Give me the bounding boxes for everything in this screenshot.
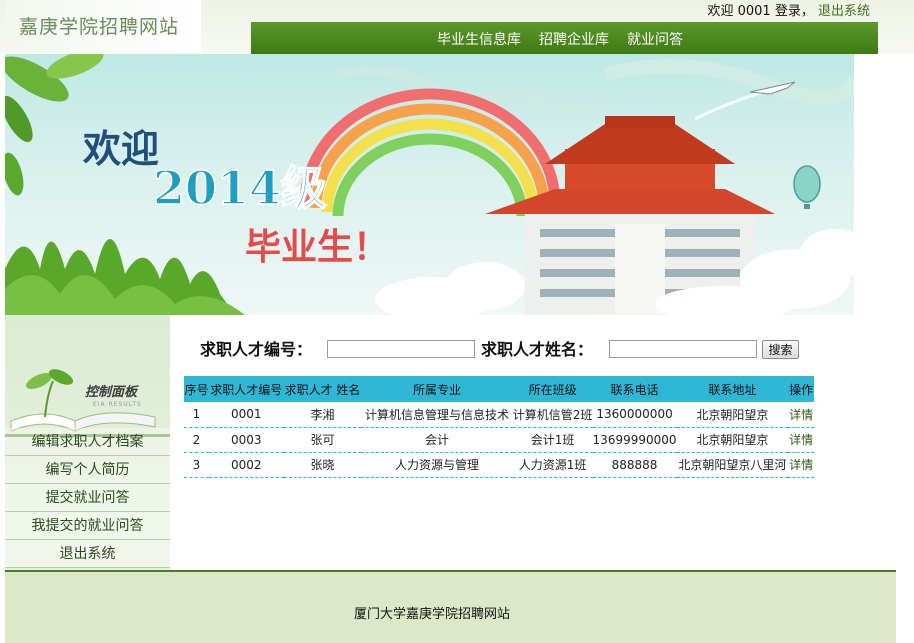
sidebar-menu: 编辑求职人才档案 编写个人简历 提交就业问答 我提交的就业问答 退出系统 [5,428,170,568]
search-bar: 求职人才编号： 求职人才姓名： 搜索 [200,336,820,362]
cell-address: 北京朝阳望京 [676,427,789,453]
cell-talent-name: 张晓 [283,452,362,478]
cell-major: 人力资源与管理 [361,452,513,478]
details-link[interactable]: 详情 [789,408,813,422]
cell-address: 北京朝阳望京八里河 [676,452,789,478]
sidebar: 控制面板 EIA RESULTS 编辑求职人才档案 编写个人简历 提交就业问答 … [5,315,170,571]
table-header-row: 序号 求职人才编号 求职人才 姓名 所属专业 所在班级 联系电话 联系地址 操作 [184,376,814,402]
nav-graduate-database[interactable]: 毕业生信息库 [437,29,521,49]
airplane-graphic [694,81,796,121]
cell-talent-id: 0003 [208,427,284,453]
logout-link[interactable]: 退出系统 [818,4,870,19]
cell-talent-id: 0001 [208,402,284,428]
talent-id-input[interactable] [327,340,475,358]
nav-employment-qa[interactable]: 就业问答 [627,29,683,49]
cell-address: 北京朝阳望京 [676,402,789,428]
cell-class: 人力资源1班 [512,452,593,478]
user-id: 0001 [737,4,771,19]
main-nav: 毕业生信息库 招聘企业库 就业问答 [251,22,878,54]
cell-action: 详情 [788,402,814,428]
sidebar-item-my-qa[interactable]: 我提交的就业问答 [5,512,170,540]
cell-talent-name: 张可 [283,427,362,453]
cell-index: 3 [184,452,209,478]
grass-graphic [5,239,245,315]
table-row: 1 0001 李湘 计算机信息管理与信息技术 计算机信管2班 136000000… [184,402,814,428]
balloon-graphic [793,165,821,209]
cell-major: 计算机信息管理与信息技术 [361,402,513,428]
banner-welcome-text: 欢迎 [82,126,159,171]
talent-id-label: 求职人才编号： [200,340,313,359]
footer-text: 厦门大学嘉庚学院招聘网站 [354,607,511,622]
details-link[interactable]: 详情 [789,433,813,447]
rainbow-graphic [299,88,561,217]
sidebar-item-write-resume[interactable]: 编写个人简历 [5,456,170,484]
welcome-text: 欢迎 [707,4,734,19]
col-header-talent-name: 求职人才 姓名 [283,376,362,402]
col-header-talent-id: 求职人才编号 [208,376,284,402]
cell-action: 详情 [788,452,814,478]
welcome-banner: 欢迎 2014级 毕业生！ [5,54,854,315]
cell-phone: 13699990000 [592,427,677,453]
search-button[interactable]: 搜索 [762,340,799,359]
campus-building-graphic [485,116,775,314]
banner-year-text: 2014级 [153,161,327,215]
cell-major: 会计 [361,427,513,453]
col-header-action: 操作 [788,376,814,402]
login-text: 登录， [774,4,814,19]
col-header-address: 联系地址 [676,376,789,402]
cell-phone: 888888 [592,452,677,478]
site-logo: 嘉庚学院招聘网站 [5,0,201,53]
footer: 厦门大学嘉庚学院招聘网站 [5,570,896,643]
cell-talent-id: 0002 [208,452,284,478]
cell-talent-name: 李湘 [283,402,362,428]
talent-table: 序号 求职人才编号 求职人才 姓名 所属专业 所在班级 联系电话 联系地址 操作… [184,376,814,478]
cell-index: 2 [184,427,209,453]
cell-class: 计算机信管2班 [512,402,593,428]
table-row: 3 0002 张晓 人力资源与管理 人力资源1班 888888 北京朝阳望京八里… [184,452,814,478]
control-panel-subtitle: EIA RESULTS [93,401,142,408]
cell-phone: 1360000000 [592,402,677,428]
page: 嘉庚学院招聘网站 欢迎 0001 登录， 退出系统 毕业生信息库 招聘企业库 就… [0,0,914,643]
cell-class: 会计1班 [512,427,593,453]
col-header-class: 所在班级 [512,376,593,402]
col-header-major: 所属专业 [361,376,513,402]
talent-name-input[interactable] [609,340,757,358]
table-row: 2 0003 张可 会计 会计1班 13699990000 北京朝阳望京 详情 [184,427,814,453]
cell-action: 详情 [788,427,814,453]
banner-graduate-text: 毕业生！ [245,226,389,268]
banner-illustration: 欢迎 2014级 毕业生！ [5,54,854,315]
talent-name-label: 求职人才姓名： [481,340,594,359]
nav-company-database[interactable]: 招聘企业库 [539,29,609,49]
details-link[interactable]: 详情 [789,458,813,472]
sidebar-item-submit-qa[interactable]: 提交就业问答 [5,484,170,512]
col-header-phone: 联系电话 [592,376,677,402]
control-panel-title: 控制面板 [85,385,138,400]
col-header-index: 序号 [184,376,209,402]
cell-index: 1 [184,402,209,428]
site-title: 嘉庚学院招聘网站 [19,16,180,38]
sidebar-item-logout[interactable]: 退出系统 [5,540,170,568]
user-bar: 欢迎 0001 登录， 退出系统 [707,0,870,19]
sidebar-item-edit-profile[interactable]: 编辑求职人才档案 [5,428,170,456]
